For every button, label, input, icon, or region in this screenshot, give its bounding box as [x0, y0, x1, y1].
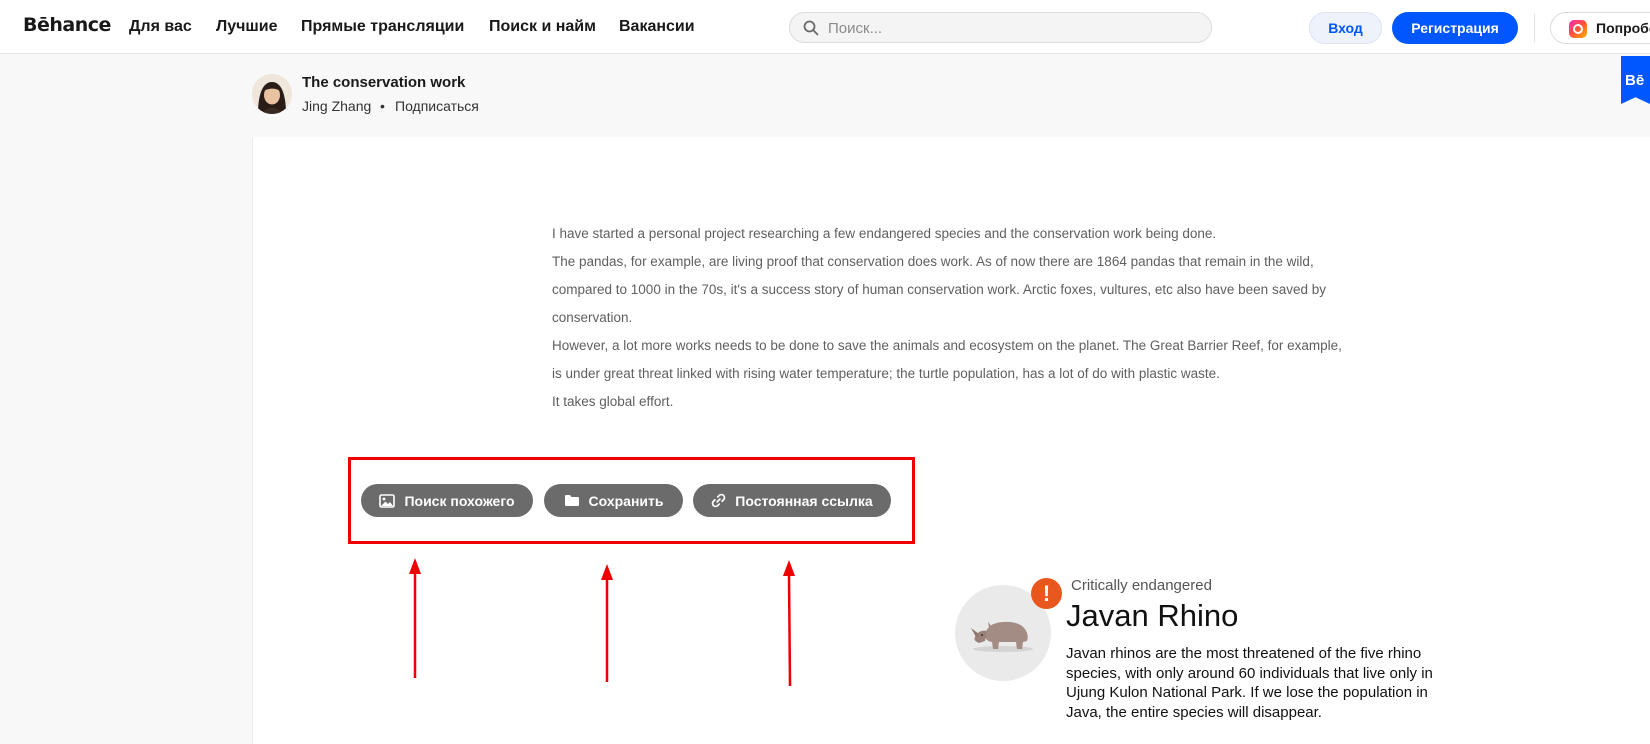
- save-label: Сохранить: [588, 492, 664, 509]
- find-similar-button[interactable]: Поиск похожего: [361, 484, 533, 517]
- try-creative-cloud-button[interactable]: Попробовать: [1550, 12, 1650, 44]
- species-name: Javan Rhino: [1066, 598, 1239, 633]
- permalink-label: Постоянная ссылка: [735, 492, 873, 509]
- top-navigation-bar: Bēhance Для вас Лучшие Прямые трансляции…: [0, 0, 1650, 54]
- description-paragraph: I have started a personal project resear…: [552, 226, 1217, 241]
- author-name[interactable]: Jing Zhang: [302, 98, 371, 114]
- creative-cloud-icon: [1569, 20, 1587, 38]
- behance-logo[interactable]: Bēhance: [23, 14, 111, 36]
- search-bar[interactable]: [789, 12, 1212, 43]
- nav-link-best[interactable]: Лучшие: [216, 18, 277, 36]
- annotation-arrow-icon: [409, 558, 421, 678]
- critical-alert-icon: !: [1031, 578, 1062, 609]
- avatar-portrait-icon: [252, 74, 292, 114]
- search-input[interactable]: [826, 17, 1200, 40]
- folder-icon: [564, 495, 579, 506]
- permalink-button[interactable]: Постоянная ссылка: [693, 484, 891, 517]
- species-description: Javan rhinos are the most threatened of …: [1066, 645, 1433, 721]
- search-icon: [803, 20, 819, 36]
- description-paragraph: It takes global effort.: [552, 394, 674, 409]
- behance-badge-label: Bē: [1625, 72, 1645, 89]
- nav-link-for-you[interactable]: Для вас: [129, 18, 192, 36]
- author-avatar[interactable]: [252, 74, 292, 114]
- description-paragraph: The pandas, for example, are living proo…: [552, 254, 1326, 325]
- follow-link[interactable]: Подписаться: [395, 98, 479, 114]
- nav-link-jobs[interactable]: Вакансии: [619, 18, 695, 36]
- project-description: I have started a personal project resear…: [552, 220, 1342, 416]
- image-icon: [379, 493, 396, 508]
- meta-separator: •: [380, 98, 385, 114]
- species-status: Critically endangered: [1071, 577, 1212, 594]
- annotation-arrow-icon: [783, 560, 795, 687]
- register-button[interactable]: Регистрация: [1392, 12, 1518, 44]
- link-icon: [712, 493, 726, 508]
- project-title[interactable]: The conservation work: [302, 74, 465, 91]
- find-similar-label: Поиск похожего: [404, 492, 515, 509]
- behance-bookmark-badge[interactable]: Bē: [1621, 56, 1650, 104]
- description-paragraph: However, a lot more works needs to be do…: [552, 338, 1342, 381]
- save-button[interactable]: Сохранить: [544, 484, 683, 517]
- nav-link-hire[interactable]: Поиск и найм: [489, 18, 596, 36]
- try-button-label: Попробовать: [1596, 20, 1650, 36]
- annotation-arrow-icon: [601, 564, 613, 682]
- nav-link-livestreams[interactable]: Прямые трансляции: [301, 18, 464, 36]
- login-button[interactable]: Вход: [1309, 12, 1382, 44]
- nav-divider: [1534, 14, 1535, 42]
